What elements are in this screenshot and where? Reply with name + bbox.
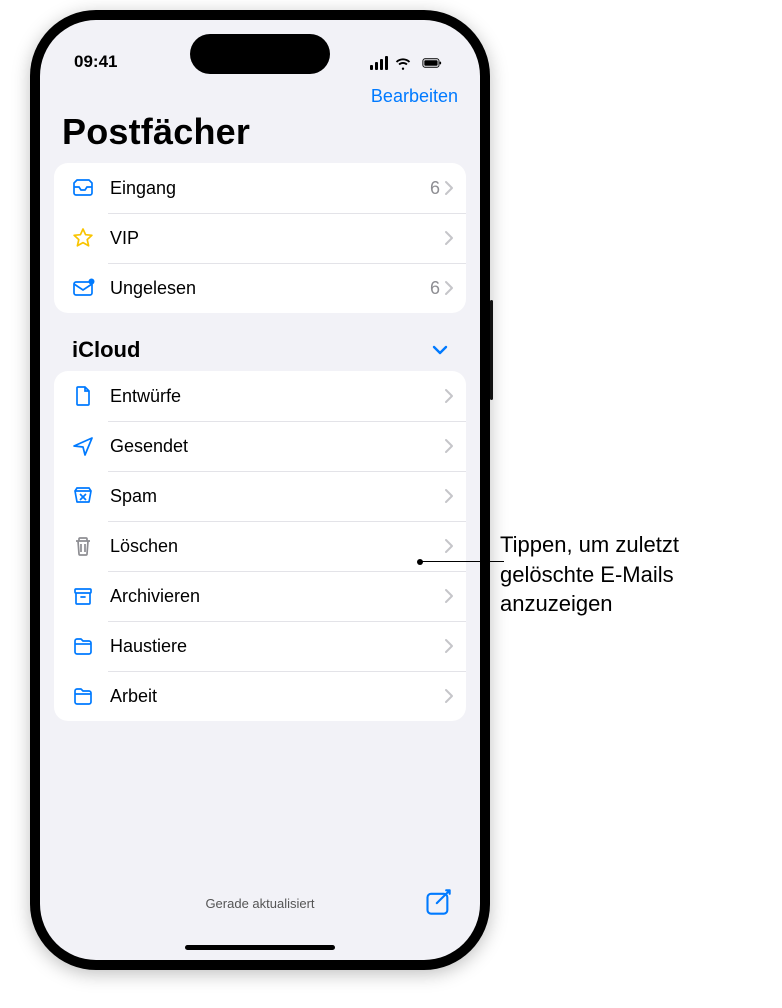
folder-row-sent[interactable]: Gesendet xyxy=(54,421,466,471)
folder-row-archive[interactable]: Archivieren xyxy=(54,571,466,621)
chevron-right-icon xyxy=(444,488,454,504)
row-label: Haustiere xyxy=(110,636,444,657)
folder-row-trash[interactable]: Löschen xyxy=(54,521,466,571)
dynamic-island xyxy=(190,34,330,74)
folder-row-spam[interactable]: Spam xyxy=(54,471,466,521)
status-time: 09:41 xyxy=(74,52,117,72)
folder-row-pets[interactable]: Haustiere xyxy=(54,621,466,671)
row-label: Ungelesen xyxy=(110,278,430,299)
edit-button[interactable]: Bearbeiten xyxy=(371,86,458,107)
battery-icon xyxy=(418,56,446,70)
draft-icon xyxy=(68,381,98,411)
callout-leader-line xyxy=(420,561,504,562)
folder-icon xyxy=(68,631,98,661)
star-icon xyxy=(68,223,98,253)
mailbox-row-unread[interactable]: Ungelesen 6 xyxy=(54,263,466,313)
compose-button[interactable] xyxy=(424,888,452,916)
section-header-icloud[interactable]: iCloud xyxy=(54,313,466,371)
unread-icon xyxy=(68,273,98,303)
row-label: Entwürfe xyxy=(110,386,444,407)
home-indicator[interactable] xyxy=(185,945,335,950)
trash-icon xyxy=(68,531,98,561)
mailbox-row-vip[interactable]: VIP xyxy=(54,213,466,263)
nav-bar: Bearbeiten xyxy=(40,78,480,107)
folder-icon xyxy=(68,681,98,711)
sent-icon xyxy=(68,431,98,461)
callout-text: Tippen, um zuletzt gelöschte E-Mails anz… xyxy=(500,530,760,619)
row-count: 6 xyxy=(430,278,440,299)
section-title: iCloud xyxy=(72,337,140,363)
row-label: Arbeit xyxy=(110,686,444,707)
icloud-folder-list: Entwürfe Gesendet Spam xyxy=(54,371,466,721)
row-label: Eingang xyxy=(110,178,430,199)
chevron-right-icon xyxy=(444,280,454,296)
favorites-list: Eingang 6 VIP Ungelesen 6 xyxy=(54,163,466,313)
row-count: 6 xyxy=(430,178,440,199)
row-label: Gesendet xyxy=(110,436,444,457)
wifi-icon xyxy=(394,54,412,72)
cellular-signal-icon xyxy=(370,56,388,70)
chevron-right-icon xyxy=(444,438,454,454)
inbox-icon xyxy=(68,173,98,203)
spam-icon xyxy=(68,481,98,511)
chevron-right-icon xyxy=(444,538,454,554)
folder-row-drafts[interactable]: Entwürfe xyxy=(54,371,466,421)
chevron-right-icon xyxy=(444,638,454,654)
page-title: Postfächer xyxy=(40,107,480,163)
row-label: Spam xyxy=(110,486,444,507)
chevron-right-icon xyxy=(444,688,454,704)
phone-frame: 09:41 Bearbeiten Postfächer Eingang 6 xyxy=(30,10,490,970)
chevron-right-icon xyxy=(444,388,454,404)
row-label: Löschen xyxy=(110,536,444,557)
screen: 09:41 Bearbeiten Postfächer Eingang 6 xyxy=(40,20,480,960)
row-label: VIP xyxy=(110,228,440,249)
chevron-right-icon xyxy=(444,230,454,246)
chevron-right-icon xyxy=(444,588,454,604)
mailbox-row-inbox[interactable]: Eingang 6 xyxy=(54,163,466,213)
row-label: Archivieren xyxy=(110,586,444,607)
chevron-down-icon[interactable] xyxy=(432,344,448,356)
callout: Tippen, um zuletzt gelöschte E-Mails anz… xyxy=(500,530,760,619)
archive-icon xyxy=(68,581,98,611)
chevron-right-icon xyxy=(444,180,454,196)
sync-status: Gerade aktualisiert xyxy=(205,896,314,911)
folder-row-work[interactable]: Arbeit xyxy=(54,671,466,721)
